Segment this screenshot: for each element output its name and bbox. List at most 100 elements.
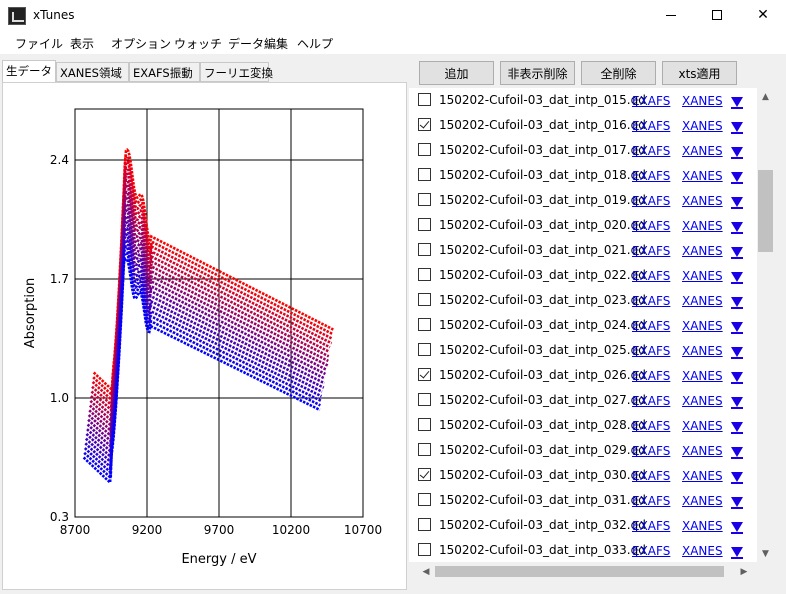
xanes-link[interactable]: XANES (682, 144, 723, 158)
exafs-link[interactable]: EXAFS (632, 269, 670, 283)
xanes-link[interactable]: XANES (682, 194, 723, 208)
dropdown-triangle-icon[interactable] (731, 372, 743, 384)
scroll-right-icon[interactable]: ▶ (737, 564, 751, 579)
exafs-link[interactable]: EXAFS (632, 444, 670, 458)
xanes-link[interactable]: XANES (682, 519, 723, 533)
menu-watch[interactable]: ウォッチ (174, 35, 222, 52)
file-checkbox[interactable] (418, 418, 431, 431)
file-checkbox[interactable] (418, 518, 431, 531)
xanes-link[interactable]: XANES (682, 119, 723, 133)
exafs-link[interactable]: EXAFS (632, 419, 670, 433)
menu-data-edit[interactable]: データ編集 (228, 35, 288, 52)
dropdown-triangle-icon[interactable] (731, 147, 743, 159)
file-checkbox[interactable] (418, 468, 431, 481)
xanes-link[interactable]: XANES (682, 544, 723, 558)
file-row[interactable]: 150202-Cufoil-03_dat_intp_031.qd EXAFS XAN… (409, 488, 757, 513)
dropdown-triangle-icon[interactable] (731, 197, 743, 209)
file-checkbox[interactable] (418, 543, 431, 556)
file-checkbox[interactable] (418, 293, 431, 306)
file-row[interactable]: 150202-Cufoil-03_dat_intp_016.qd EXAFS XAN… (409, 113, 757, 138)
xanes-link[interactable]: XANES (682, 169, 723, 183)
dropdown-triangle-icon[interactable] (731, 172, 743, 184)
horizontal-scroll-thumb[interactable] (435, 566, 724, 577)
minimize-button[interactable] (648, 0, 694, 30)
xanes-link[interactable]: XANES (682, 419, 723, 433)
exafs-link[interactable]: EXAFS (632, 219, 670, 233)
xanes-link[interactable]: XANES (682, 294, 723, 308)
scroll-down-icon[interactable]: ▼ (757, 545, 774, 562)
file-row[interactable]: 150202-Cufoil-03_dat_intp_026.qd EXAFS XAN… (409, 363, 757, 388)
dropdown-triangle-icon[interactable] (731, 422, 743, 434)
exafs-link[interactable]: EXAFS (632, 294, 670, 308)
add-button[interactable]: 追加 (419, 61, 494, 85)
xanes-link[interactable]: XANES (682, 244, 723, 258)
dropdown-triangle-icon[interactable] (731, 322, 743, 334)
scroll-up-icon[interactable]: ▲ (757, 88, 774, 105)
exafs-link[interactable]: EXAFS (632, 494, 670, 508)
xanes-link[interactable]: XANES (682, 444, 723, 458)
file-checkbox[interactable] (418, 493, 431, 506)
file-checkbox[interactable] (418, 268, 431, 281)
close-button[interactable]: ✕ (740, 0, 786, 30)
file-checkbox[interactable] (418, 193, 431, 206)
dropdown-triangle-icon[interactable] (731, 247, 743, 259)
vertical-scrollbar[interactable]: ▲ ▼ (757, 88, 774, 562)
dropdown-triangle-icon[interactable] (731, 447, 743, 459)
file-checkbox[interactable] (418, 243, 431, 256)
file-row[interactable]: 150202-Cufoil-03_dat_intp_030.qd EXAFS XAN… (409, 463, 757, 488)
xanes-link[interactable]: XANES (682, 469, 723, 483)
maximize-button[interactable] (694, 0, 740, 30)
vertical-scroll-thumb[interactable] (758, 170, 773, 252)
exafs-link[interactable]: EXAFS (632, 469, 670, 483)
file-row[interactable]: 150202-Cufoil-03_dat_intp_019.qd EXAFS XAN… (409, 188, 757, 213)
exafs-link[interactable]: EXAFS (632, 244, 670, 258)
file-row[interactable]: 150202-Cufoil-03_dat_intp_021.qd EXAFS XAN… (409, 238, 757, 263)
xanes-link[interactable]: XANES (682, 494, 723, 508)
dropdown-triangle-icon[interactable] (731, 272, 743, 284)
tab-xanes-region[interactable]: XANES領域 (56, 62, 129, 82)
dropdown-triangle-icon[interactable] (731, 497, 743, 509)
file-checkbox[interactable] (418, 218, 431, 231)
xanes-link[interactable]: XANES (682, 369, 723, 383)
horizontal-scrollbar[interactable]: ◀ ▶ (415, 563, 757, 580)
exafs-link[interactable]: EXAFS (632, 169, 670, 183)
file-row[interactable]: 150202-Cufoil-03_dat_intp_027.qd EXAFS XAN… (409, 388, 757, 413)
file-row[interactable]: 150202-Cufoil-03_dat_intp_018.qd EXAFS XAN… (409, 163, 757, 188)
file-checkbox[interactable] (418, 93, 431, 106)
dropdown-triangle-icon[interactable] (731, 222, 743, 234)
file-checkbox[interactable] (418, 143, 431, 156)
menu-file[interactable]: ファイル (15, 35, 63, 52)
dropdown-triangle-icon[interactable] (731, 347, 743, 359)
file-row[interactable]: 150202-Cufoil-03_dat_intp_025.qd EXAFS XAN… (409, 338, 757, 363)
file-row[interactable]: 150202-Cufoil-03_dat_intp_020.qd EXAFS XAN… (409, 213, 757, 238)
exafs-link[interactable]: EXAFS (632, 544, 670, 558)
exafs-link[interactable]: EXAFS (632, 369, 670, 383)
dropdown-triangle-icon[interactable] (731, 122, 743, 134)
dropdown-triangle-icon[interactable] (731, 97, 743, 109)
menu-help[interactable]: ヘルプ (297, 35, 333, 52)
remove-all-button[interactable]: 全削除 (581, 61, 656, 85)
file-row[interactable]: 150202-Cufoil-03_dat_intp_028.qd EXAFS XAN… (409, 413, 757, 438)
exafs-link[interactable]: EXAFS (632, 94, 670, 108)
exafs-link[interactable]: EXAFS (632, 144, 670, 158)
dropdown-triangle-icon[interactable] (731, 547, 743, 559)
file-checkbox[interactable] (418, 368, 431, 381)
dropdown-triangle-icon[interactable] (731, 472, 743, 484)
dropdown-triangle-icon[interactable] (731, 522, 743, 534)
exafs-link[interactable]: EXAFS (632, 319, 670, 333)
exafs-link[interactable]: EXAFS (632, 394, 670, 408)
file-row[interactable]: 150202-Cufoil-03_dat_intp_033.qd EXAFS XAN… (409, 538, 757, 562)
file-checkbox[interactable] (418, 118, 431, 131)
dropdown-triangle-icon[interactable] (731, 297, 743, 309)
xanes-link[interactable]: XANES (682, 269, 723, 283)
remove-hidden-button[interactable]: 非表示削除 (500, 61, 575, 85)
exafs-link[interactable]: EXAFS (632, 119, 670, 133)
scroll-left-icon[interactable]: ◀ (419, 564, 433, 579)
xanes-link[interactable]: XANES (682, 319, 723, 333)
file-checkbox[interactable] (418, 443, 431, 456)
file-checkbox[interactable] (418, 168, 431, 181)
exafs-link[interactable]: EXAFS (632, 344, 670, 358)
file-row[interactable]: 150202-Cufoil-03_dat_intp_015.qd EXAFS XAN… (409, 88, 757, 113)
xanes-link[interactable]: XANES (682, 94, 723, 108)
file-row[interactable]: 150202-Cufoil-03_dat_intp_029.qd EXAFS XAN… (409, 438, 757, 463)
